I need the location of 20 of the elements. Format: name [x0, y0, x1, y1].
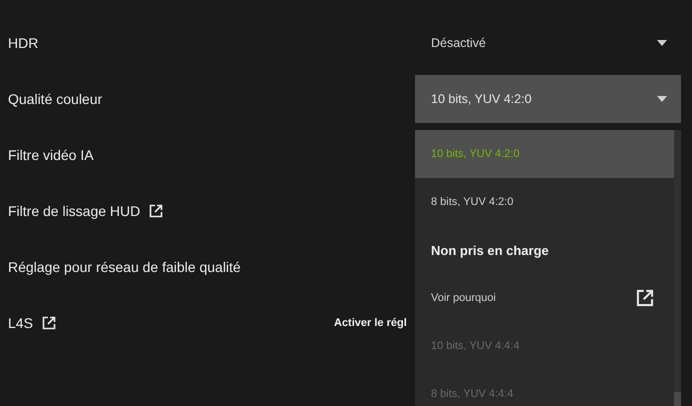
external-link-icon[interactable] [149, 204, 164, 218]
menu-option[interactable]: 8 bits, YUV 4:2:0 [415, 178, 674, 226]
menu-section-header: Non pris en charge [431, 242, 549, 258]
caret-icon [657, 96, 667, 102]
external-link-icon[interactable] [42, 316, 56, 330]
dropdown[interactable]: Désactivé [415, 19, 681, 67]
setting-description: Activer le régl [334, 317, 407, 329]
dropdown[interactable]: 10 bits, YUV 4:2:0 [415, 75, 681, 123]
setting-label: HDR [8, 35, 38, 51]
setting-label: Filtre vidéo IA [8, 147, 94, 163]
external-link-icon[interactable] [636, 289, 654, 307]
setting-label: Qualité couleur [8, 91, 102, 107]
setting-label: Filtre de lissage HUD [8, 203, 140, 219]
scrollbar[interactable] [674, 130, 681, 406]
menu-link[interactable]: Voir pourquoi [431, 292, 496, 304]
setting-label: Réglage pour réseau de faible qualité [8, 259, 241, 275]
setting-label: L4S [8, 315, 33, 331]
scrollbar-thumb[interactable] [674, 392, 681, 406]
caret-icon [657, 40, 667, 46]
menu-option[interactable]: 10 bits, YUV 4:2:0 [415, 130, 674, 178]
